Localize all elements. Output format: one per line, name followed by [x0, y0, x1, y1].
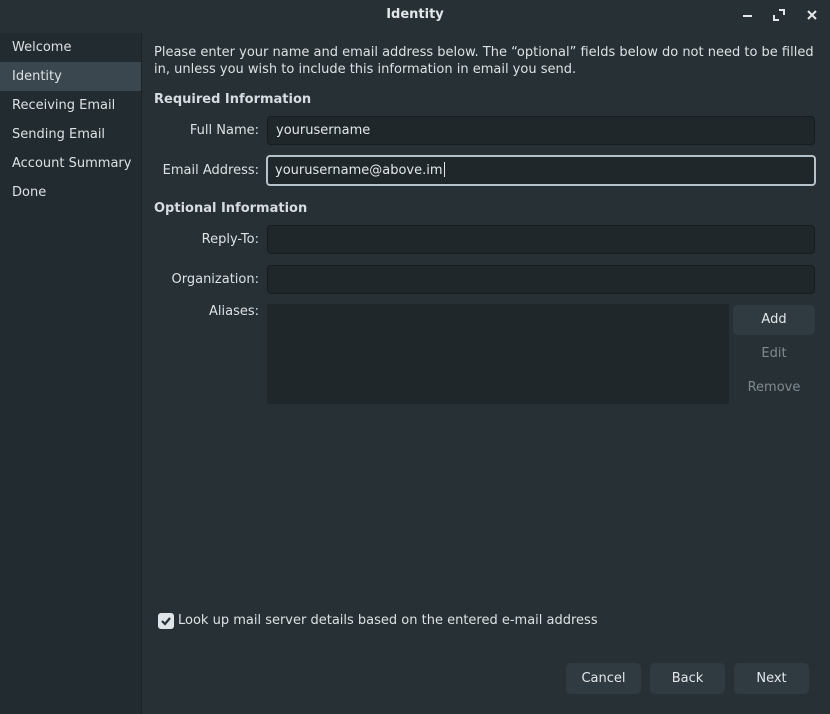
organization-label: Organization:	[171, 272, 260, 287]
full-name-label: Full Name:	[189, 123, 259, 138]
reply-to-field[interactable]	[267, 225, 815, 254]
checkmark-icon	[161, 617, 171, 626]
sidebar-item-identity[interactable]: Identity	[0, 62, 141, 91]
close-button[interactable]	[804, 7, 820, 23]
minimize-button[interactable]	[740, 7, 756, 23]
organization-field[interactable]	[267, 265, 815, 294]
reply-to-label: Reply-To:	[201, 232, 259, 247]
maximize-icon	[773, 9, 785, 21]
intro-text: Please enter your name and email address…	[154, 45, 814, 77]
next-button[interactable]: Next	[734, 663, 809, 694]
optional-heading: Optional Information	[154, 201, 308, 216]
sidebar-item-receiving-email[interactable]: Receiving Email	[0, 91, 141, 120]
maximize-button[interactable]	[771, 7, 787, 23]
edit-alias-button[interactable]: Edit	[733, 339, 815, 369]
sidebar-item-done[interactable]: Done	[0, 178, 141, 207]
required-heading: Required Information	[154, 92, 312, 107]
window-title: Identity	[386, 7, 444, 22]
full-name-value: yourusername	[276, 123, 371, 138]
minimize-icon	[743, 15, 752, 17]
lookup-checkbox-label[interactable]: Look up mail server details based on the…	[178, 613, 598, 628]
title-bar: Identity	[0, 0, 830, 30]
email-address-field[interactable]: yourusername@above.im	[266, 155, 816, 186]
close-icon	[807, 10, 817, 20]
aliases-label: Aliases:	[208, 304, 259, 319]
full-name-field[interactable]: yourusername	[267, 116, 815, 145]
sidebar-item-welcome[interactable]: Welcome	[0, 33, 141, 62]
cancel-button[interactable]: Cancel	[566, 663, 641, 694]
text-caret	[443, 162, 445, 177]
add-alias-button[interactable]: Add	[733, 305, 815, 335]
back-button[interactable]: Back	[650, 663, 725, 694]
remove-alias-button[interactable]: Remove	[733, 373, 815, 403]
email-address-value: yourusername@above.im	[275, 163, 443, 178]
lookup-checkbox[interactable]	[158, 613, 174, 629]
email-address-label: Email Address:	[162, 163, 259, 178]
aliases-list[interactable]	[267, 304, 729, 404]
